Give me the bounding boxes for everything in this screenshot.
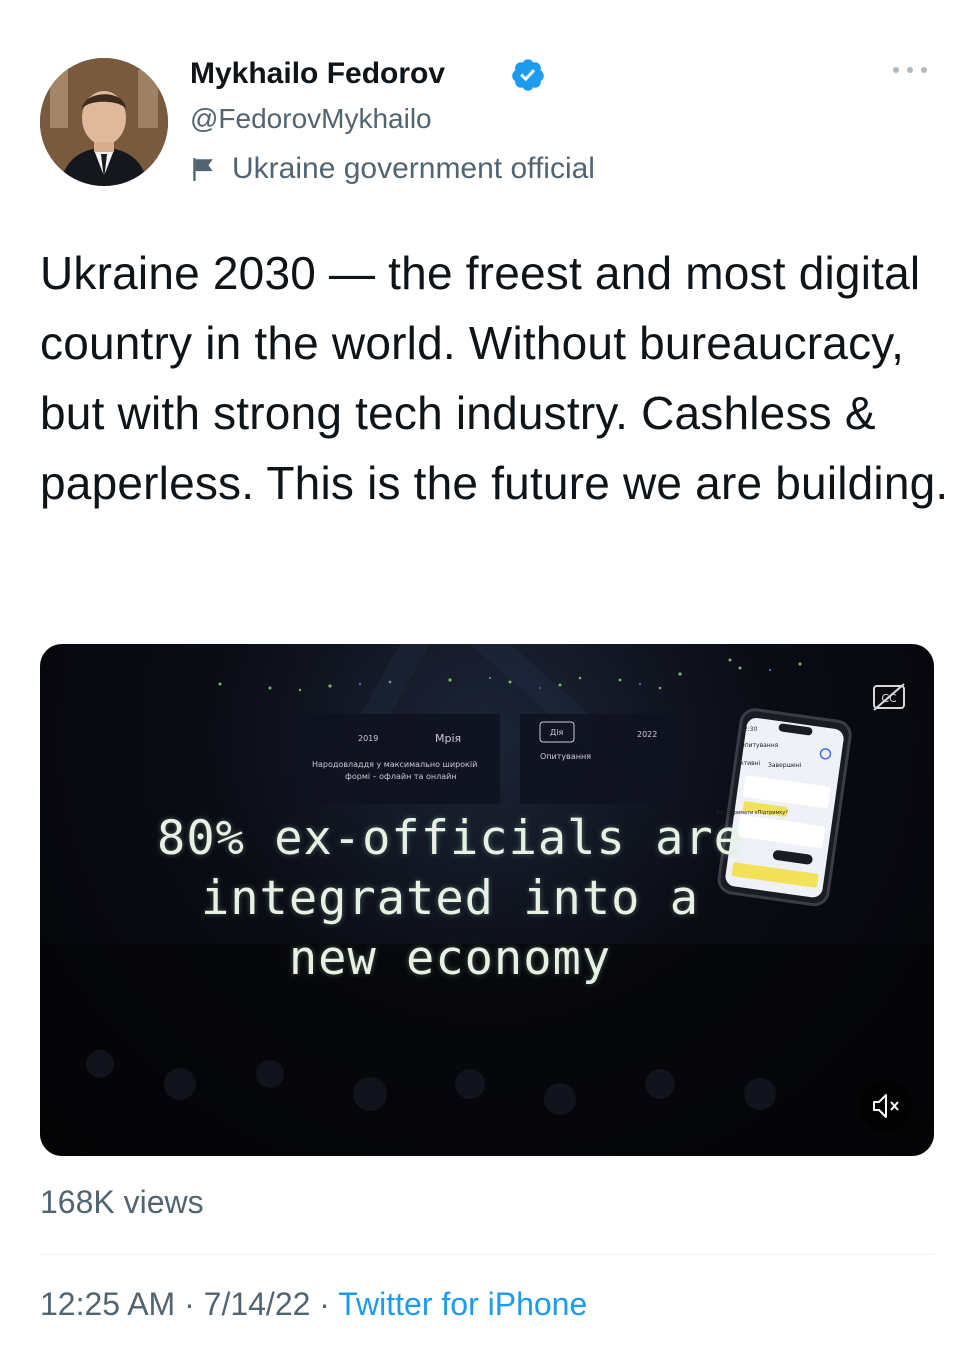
caption-line-2: integrated into a (200, 871, 700, 926)
closed-captions-icon[interactable]: CC (872, 682, 906, 712)
stage-year-left: 2019 (358, 734, 379, 743)
verified-badge-icon (512, 59, 544, 91)
government-label-text: Ukraine government official (232, 152, 595, 185)
tweet-source-link[interactable]: Twitter for iPhone (338, 1286, 587, 1322)
caption-line-3: new economy (288, 931, 612, 986)
video-caption: 80% ex-officials are integrated into a n… (150, 809, 750, 989)
phone-time: 12:30 (740, 726, 758, 733)
view-count: 168K views (40, 1184, 204, 1220)
caption-line-1: 80% ex-officials are (157, 811, 743, 866)
phone-tab-done: Завершені (768, 762, 802, 769)
display-name[interactable]: Mykhailo Fedorov (190, 57, 445, 91)
stage-subtitle-1: Народовладдя у максимально широкій (312, 760, 478, 769)
phone-tab-active: Активні (736, 760, 761, 767)
meta-separator-2: · (319, 1286, 330, 1322)
stage-title: Мрія (435, 732, 462, 745)
tweet-header: Mykhailo Fedorov @FedorovMykhailo Ukrain… (40, 55, 940, 195)
government-label[interactable]: Ukraine government official (190, 151, 595, 187)
tweet-text: Ukraine 2030 — the freest and most digit… (40, 247, 949, 509)
more-options-icon[interactable] (890, 63, 930, 77)
avatar[interactable] (40, 58, 168, 186)
phone-header: Опитування (740, 742, 779, 749)
divider (40, 1254, 935, 1255)
stage-app-caption: Опитування (540, 752, 592, 761)
meta-separator: · (184, 1286, 195, 1322)
video-player[interactable]: 2019 Мрія Народовладдя у максимально шир… (40, 644, 934, 1156)
tweet-date[interactable]: 7/14/22 (204, 1286, 311, 1322)
muted-speaker-icon (873, 1094, 899, 1118)
handle[interactable]: @FedorovMykhailo (190, 103, 432, 135)
mute-button[interactable] (860, 1080, 912, 1132)
avatar-portrait (40, 58, 168, 186)
cc-label: CC (881, 692, 897, 705)
stage-app-badge: Дія (550, 728, 564, 737)
tweet-time[interactable]: 12:25 AM (40, 1286, 175, 1322)
tweet-meta: 12:25 AM · 7/14/22 · Twitter for iPhone (40, 1286, 587, 1323)
stage-year-right: 2022 (637, 730, 658, 739)
flag-icon (193, 158, 213, 181)
stage-subtitle-2: формі – офлайн та онлайн (345, 772, 457, 781)
